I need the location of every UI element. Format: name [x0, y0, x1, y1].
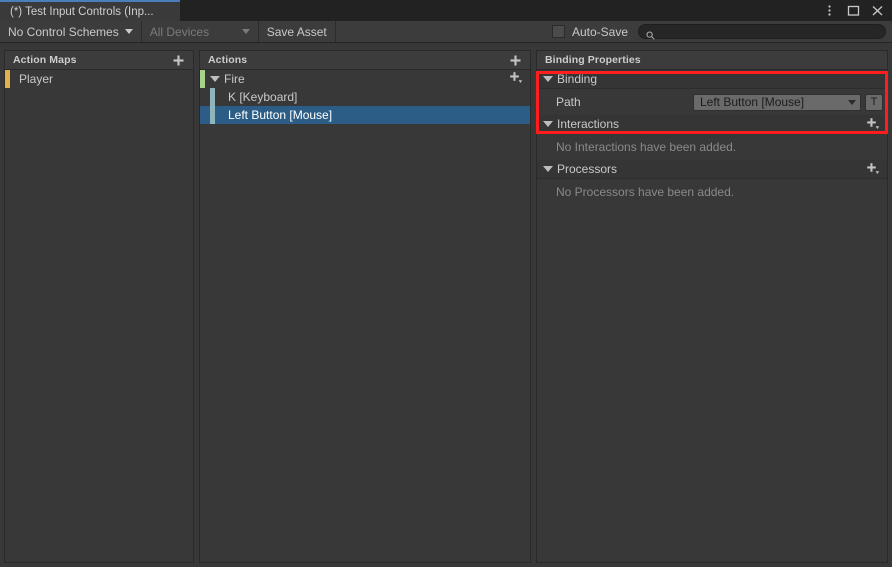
action-map-label: Player	[19, 72, 54, 86]
action-map-accent	[5, 70, 10, 88]
section-body-processors: No Processors have been added.	[537, 179, 887, 205]
binding-properties-header: Binding Properties	[537, 51, 887, 70]
add-action-button[interactable]	[508, 53, 523, 68]
unity-input-actions-editor: (*) Test Input Controls (Inp... No Contr…	[0, 0, 892, 567]
editor-tab[interactable]: (*) Test Input Controls (Inp...	[0, 0, 180, 21]
action-row-fire[interactable]: Fire	[200, 70, 530, 88]
binding-label: K [Keyboard]	[228, 90, 298, 104]
binding-accent	[210, 106, 215, 124]
actions-panel: Actions Fire K [Keyboard] Left Button [M…	[199, 50, 531, 563]
binding-path-field: Left Button [Mouse] T	[693, 93, 883, 111]
section-title-binding-wrap: Binding	[543, 72, 597, 86]
plus-icon	[172, 54, 185, 67]
save-asset-label: Save Asset	[266, 24, 327, 39]
binding-properties-panel: Binding Properties Binding Path Left But…	[536, 50, 888, 563]
devices-dropdown[interactable]: All Devices	[141, 21, 259, 42]
binding-path-dropdown[interactable]: Left Button [Mouse]	[693, 93, 861, 111]
chevron-down-icon	[848, 99, 856, 105]
action-map-row-player[interactable]: Player	[5, 70, 193, 88]
chevron-down-icon[interactable]	[543, 76, 553, 82]
section-body-interactions: No Interactions have been added.	[537, 134, 887, 160]
binding-label: Left Button [Mouse]	[228, 108, 333, 122]
binding-path-text-toggle-button[interactable]: T	[865, 93, 883, 111]
kebab-menu-icon[interactable]	[823, 4, 836, 17]
section-body-binding: Path Left Button [Mouse] T	[537, 89, 887, 115]
action-maps-header: Action Maps	[5, 51, 193, 70]
plus-icon	[509, 54, 522, 67]
window-controls	[823, 0, 888, 21]
chevron-down-icon	[241, 29, 250, 34]
actions-title: Actions	[208, 54, 248, 66]
interactions-empty-text: No Interactions have been added.	[556, 140, 737, 154]
binding-path-row: Path Left Button [Mouse] T	[537, 89, 887, 115]
binding-path-value: Left Button [Mouse]	[700, 95, 805, 109]
binding-path-text-toggle-label: T	[870, 96, 878, 108]
action-maps-panel: Action Maps Player	[4, 50, 194, 563]
chevron-down-icon[interactable]	[543, 121, 553, 127]
binding-row-mouse-left[interactable]: Left Button [Mouse]	[200, 106, 530, 124]
search-input[interactable]	[659, 25, 878, 38]
save-asset-button[interactable]: Save Asset	[258, 21, 336, 42]
section-title-processors-wrap: Processors	[543, 162, 617, 176]
action-accent	[200, 70, 205, 88]
editor-tab-label: (*) Test Input Controls (Inp...	[10, 5, 154, 18]
section-header-processors[interactable]: Processors	[537, 160, 887, 179]
devices-label: All Devices	[149, 24, 210, 39]
chevron-down-icon[interactable]	[210, 76, 220, 82]
section-title-binding: Binding	[557, 72, 598, 86]
add-action-map-button[interactable]	[171, 53, 186, 68]
add-interaction-button[interactable]	[866, 117, 881, 132]
section-header-interactions[interactable]: Interactions	[537, 115, 887, 134]
maximize-icon[interactable]	[847, 4, 860, 17]
window-tabstrip: (*) Test Input Controls (Inp...	[0, 0, 892, 21]
editor-toolbar: No Control Schemes All Devices Save Asse…	[0, 21, 892, 43]
actions-tree: Fire K [Keyboard] Left Button [Mouse]	[200, 70, 530, 124]
auto-save-control[interactable]: Auto-Save	[551, 21, 638, 42]
auto-save-checkbox[interactable]	[551, 25, 565, 38]
section-header-binding[interactable]: Binding	[537, 70, 887, 89]
chevron-down-icon[interactable]	[543, 166, 553, 172]
section-title-processors: Processors	[557, 162, 618, 176]
action-maps-list: Player	[5, 70, 193, 88]
binding-path-label: Path	[556, 95, 581, 109]
close-icon[interactable]	[871, 4, 884, 17]
binding-row-keyboard[interactable]: K [Keyboard]	[200, 88, 530, 106]
control-schemes-dropdown[interactable]: No Control Schemes	[0, 21, 142, 42]
action-label: Fire	[224, 72, 245, 86]
binding-accent	[210, 88, 215, 106]
add-processor-button[interactable]	[866, 162, 881, 177]
toolbar-spacer	[335, 21, 552, 42]
control-schemes-label: No Control Schemes	[8, 24, 119, 39]
section-title-interactions: Interactions	[557, 117, 620, 131]
search-icon	[646, 27, 655, 40]
section-title-interactions-wrap: Interactions	[543, 117, 619, 131]
auto-save-label: Auto-Save	[571, 24, 628, 39]
action-maps-title: Action Maps	[13, 54, 77, 66]
search-field[interactable]	[638, 24, 886, 40]
chevron-down-icon	[124, 29, 133, 34]
processors-empty-text: No Processors have been added.	[556, 185, 735, 199]
binding-properties-title: Binding Properties	[545, 54, 641, 66]
actions-header: Actions	[200, 51, 530, 70]
